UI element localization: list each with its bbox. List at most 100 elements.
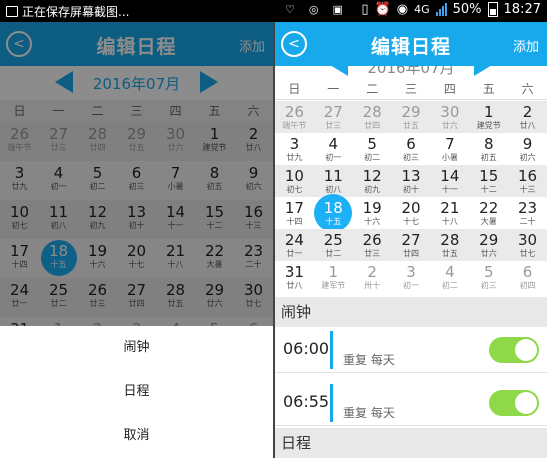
lunar-date: 廿八 <box>286 281 303 290</box>
modal-overlay[interactable] <box>0 22 273 326</box>
calendar-day[interactable]: 2 卅十 <box>353 261 392 293</box>
lunar-date: 廿六 <box>480 249 497 258</box>
lunar-date: 廿一 <box>286 249 303 258</box>
alarm-item[interactable]: 06:00 重复 每天 <box>275 327 547 373</box>
day-number: 11 <box>323 167 343 185</box>
lunar-date: 初九 <box>364 185 381 194</box>
lunar-date: 廿五 <box>441 249 458 258</box>
calendar-day[interactable]: 31廿八 <box>275 261 314 293</box>
lunar-date: 初七 <box>286 185 303 194</box>
day-number: 23 <box>518 199 538 217</box>
calendar-day[interactable]: 26 端午节 <box>275 101 314 133</box>
left-screen: < 编辑日程 添加 2016年07月 日一二三四五六 26 端午节 27 廿三 28 廿四… <box>0 22 273 458</box>
calendar-day[interactable]: 30 廿七 <box>508 229 547 261</box>
calendar-day[interactable]: 23 二十 <box>508 197 547 229</box>
calendar-day[interactable]: 3 廿九 <box>275 133 314 165</box>
calendar-day[interactable]: 3初一 <box>392 261 431 293</box>
calendar-day[interactable]: 27 廿四 <box>391 229 431 261</box>
menu-schedule[interactable]: 日程 <box>0 370 273 414</box>
calendar-day-selected[interactable]: 18 十五 <box>314 194 353 232</box>
day-number: 31 <box>284 263 304 281</box>
lunar-date: 廿七 <box>519 249 536 258</box>
lunar-date: 初三 <box>480 281 497 290</box>
calendar-day[interactable]: 12 初九 <box>352 165 392 197</box>
alarm-time: 06:00 <box>283 339 330 358</box>
calendar-day[interactable]: 14 十一 <box>430 165 470 197</box>
day-number: 22 <box>479 199 499 217</box>
alarm-icon: ⏰ <box>374 2 391 17</box>
day-number: 21 <box>440 199 460 217</box>
calendar-day[interactable]: 5初三 <box>469 261 508 293</box>
calendar-day[interactable]: 11 初八 <box>313 165 353 197</box>
calendar-day[interactable]: 4初二 <box>430 261 469 293</box>
page-title: 编辑日程 <box>370 36 451 58</box>
calendar-day[interactable]: 16 十三 <box>508 165 547 197</box>
add-button[interactable]: 添加 <box>513 36 539 55</box>
calendar-day[interactable]: 22 大暑 <box>469 197 508 229</box>
alarm-repeat: 重复 每天 <box>343 353 395 367</box>
lunar-date: 初一 <box>402 281 419 290</box>
calendar-day[interactable]: 25 廿二 <box>313 229 353 261</box>
calendar-day[interactable]: 6 初三 <box>392 133 431 165</box>
calendar-day[interactable]: 4 初一 <box>314 133 353 165</box>
day-number: 17 <box>284 199 304 217</box>
calendar-day[interactable]: 24 廿一 <box>275 229 314 261</box>
calendar-day[interactable]: 28 廿五 <box>430 229 470 261</box>
menu-cancel[interactable]: 取消 <box>0 414 273 458</box>
day-number: 18 <box>323 199 343 217</box>
lunar-date: 十四 <box>286 217 303 226</box>
heart-icon: ♡ <box>285 3 295 16</box>
alarm-toggle[interactable] <box>489 390 539 416</box>
lunar-date: 端午节 <box>282 121 307 130</box>
toggle-knob <box>515 339 537 361</box>
lunar-date: 初十 <box>402 185 419 194</box>
calendar-day[interactable]: 26 廿三 <box>352 229 392 261</box>
day-number: 28 <box>440 231 460 249</box>
title-bar: < 编辑日程 添加 <box>275 22 547 66</box>
day-number: 3 <box>289 135 300 153</box>
lunar-date: 廿八 <box>519 121 536 130</box>
calendar-day[interactable]: 2 廿八 <box>508 101 547 133</box>
weekday-label: 六 <box>521 82 534 96</box>
day-number: 27 <box>323 103 343 121</box>
day-number: 3 <box>406 263 416 281</box>
calendar-day[interactable]: 29 廿六 <box>469 229 509 261</box>
alarm-toggle[interactable] <box>489 337 539 363</box>
calendar-day[interactable]: 10 初七 <box>275 165 314 197</box>
calendar-day[interactable]: 5 初二 <box>353 133 392 165</box>
clock: 18:27 <box>503 2 541 17</box>
image-icon: ▣ <box>332 3 343 16</box>
day-number: 28 <box>362 103 382 121</box>
calendar-day[interactable]: 8 初五 <box>469 133 508 165</box>
calendar-day[interactable]: 7 小暑 <box>430 133 469 165</box>
lunar-date: 初四 <box>519 281 536 290</box>
calendar-day[interactable]: 6初四 <box>508 261 547 293</box>
menu-alarm[interactable]: 闹钟 <box>0 326 273 370</box>
calendar-day[interactable]: 28 廿四 <box>352 101 392 133</box>
day-number: 29 <box>401 103 421 121</box>
calendar-day[interactable]: 21 十八 <box>430 197 469 229</box>
alarm-item[interactable]: 06:55 重复 每天 <box>275 380 547 426</box>
day-number: 12 <box>362 167 382 185</box>
calendar-day[interactable]: 1建军节 <box>314 261 353 293</box>
calendar-day[interactable]: 30 廿六 <box>430 101 470 133</box>
calendar-day[interactable]: 29 廿五 <box>391 101 431 133</box>
calendar-day[interactable]: 27 廿三 <box>313 101 353 133</box>
calendar-day[interactable]: 17 十四 <box>275 197 314 229</box>
lunar-date: 建军节 <box>321 281 346 290</box>
lunar-date: 廿九 <box>286 153 303 162</box>
battery-percent: 50% <box>452 2 482 17</box>
calendar-day[interactable]: 20 十七 <box>392 197 431 229</box>
day-number: 7 <box>445 135 455 153</box>
calendar-day[interactable]: 1 建党节 <box>469 101 509 133</box>
status-bar: 正在保存屏幕截图... ♡ ◎ ▣ ▯ ⏰ ◉ 4G 50% 18:27 <box>0 0 547 22</box>
lunar-date: 十六 <box>364 217 381 226</box>
day-number: 27 <box>401 231 421 249</box>
calendar-day[interactable]: 15 十二 <box>469 165 509 197</box>
alarm-accent-bar <box>330 331 333 369</box>
calendar-day[interactable]: 9 初六 <box>508 133 547 165</box>
month-selector: 2016年07月 <box>275 54 547 77</box>
calendar-day[interactable]: 19 十六 <box>353 197 392 229</box>
calendar-day[interactable]: 13 初十 <box>391 165 431 197</box>
day-number: 25 <box>323 231 343 249</box>
